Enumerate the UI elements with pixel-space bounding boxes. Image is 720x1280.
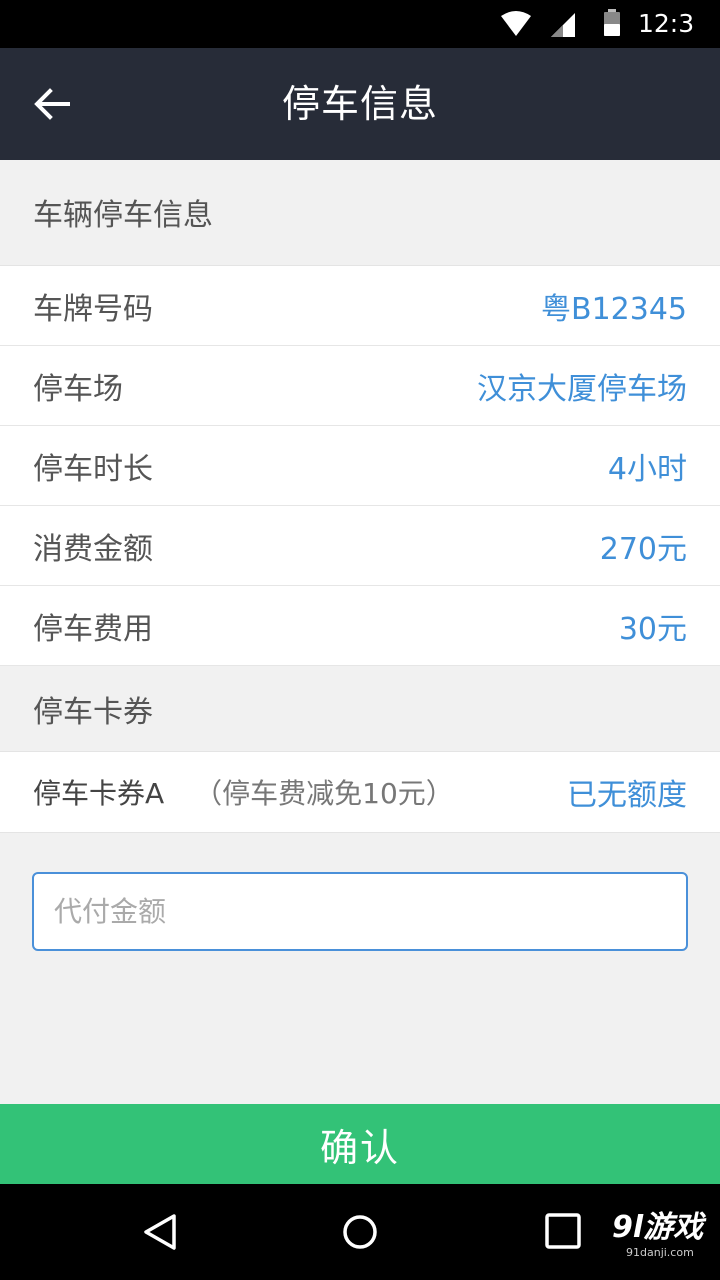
coupon-section-header: 停车卡券 <box>33 695 153 730</box>
coupon-item[interactable]: 停车卡券A （停车费减免10元） 已无额度 <box>0 751 720 833</box>
vehicle-section-header: 车辆停车信息 <box>33 198 213 233</box>
app-bar: 停车信息 <box>0 48 720 160</box>
plate-number-row: 车牌号码 粤B12345 <box>0 266 720 346</box>
watermark-site: 91danji.com <box>626 1246 694 1259</box>
confirm-button[interactable]: 确认 <box>0 1104 720 1184</box>
nav-recent-apps-icon[interactable] <box>544 1212 582 1250</box>
spending-amount-value: 270元 <box>599 531 687 567</box>
signal-icon <box>551 13 575 37</box>
page-title: 停车信息 <box>281 82 438 126</box>
parking-duration-label: 停车时长 <box>33 451 153 487</box>
nav-home-icon[interactable] <box>340 1212 380 1252</box>
coupon-description: （停车费减免10元） <box>194 777 454 810</box>
status-time: 12:3 <box>638 9 695 38</box>
plate-number-value: 粤B12345 <box>540 291 687 327</box>
pay-amount-input[interactable] <box>32 872 688 951</box>
nav-back-icon[interactable] <box>140 1212 180 1252</box>
parking-fee-row: 停车费用 30元 <box>0 586 720 666</box>
coupon-name: 停车卡券A <box>33 777 165 810</box>
wifi-icon <box>501 11 531 36</box>
parking-lot-row: 停车场 汉京大厦停车场 <box>0 346 720 426</box>
parking-lot-value: 汉京大厦停车场 <box>477 371 687 407</box>
watermark-logo: 9l游戏 91danji.com <box>612 1210 714 1274</box>
spending-amount-row: 消费金额 270元 <box>0 506 720 586</box>
parking-fee-value: 30元 <box>618 611 687 647</box>
battery-icon <box>604 9 620 36</box>
parking-info-list: 车牌号码 粤B12345 停车场 汉京大厦停车场 停车时长 4小时 消费金额 2… <box>0 265 720 666</box>
status-bar: 12:3 <box>0 0 720 48</box>
coupon-status: 已无额度 <box>567 778 687 813</box>
parking-duration-value: 4小时 <box>607 451 687 487</box>
watermark-brand: 9l游戏 <box>612 1210 704 1245</box>
plate-number-label: 车牌号码 <box>33 291 153 327</box>
parking-fee-label: 停车费用 <box>33 611 153 647</box>
system-nav-bar: 9l游戏 91danji.com <box>0 1184 720 1280</box>
parking-duration-row: 停车时长 4小时 <box>0 426 720 506</box>
spending-amount-label: 消费金额 <box>33 531 153 567</box>
parking-lot-label: 停车场 <box>33 371 123 407</box>
